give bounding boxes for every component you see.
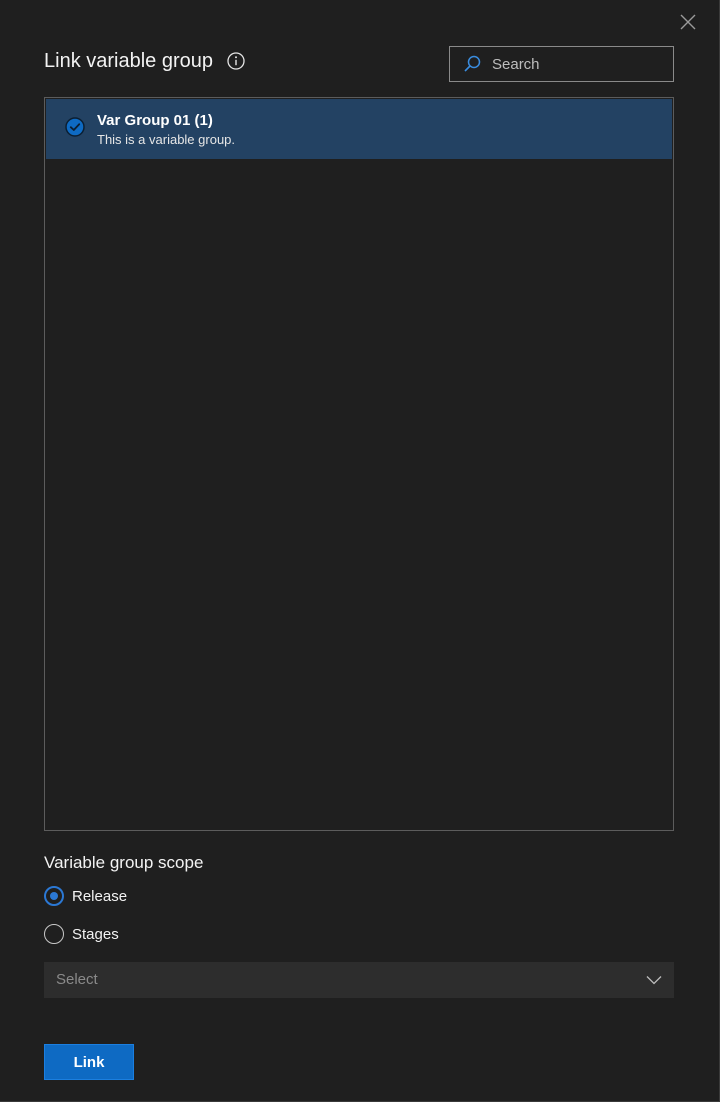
chevron-down-icon xyxy=(646,976,662,985)
radio-button-checked[interactable] xyxy=(44,886,64,906)
search-input[interactable] xyxy=(490,48,664,80)
variable-group-item[interactable]: Var Group 01 (1) This is a variable grou… xyxy=(46,99,672,159)
dialog-header: Link variable group xyxy=(44,46,245,76)
radio-stages-label: Stages xyxy=(72,925,119,943)
info-icon[interactable] xyxy=(227,52,245,70)
search-box[interactable] xyxy=(449,46,674,82)
select-placeholder: Select xyxy=(56,971,98,988)
link-variable-group-panel: Link variable group Var Group 01 (1) Thi… xyxy=(0,0,720,1102)
variable-group-description: This is a variable group. xyxy=(97,132,236,147)
link-button[interactable]: Link xyxy=(44,1044,134,1080)
close-icon[interactable] xyxy=(678,12,698,32)
variable-group-list: Var Group 01 (1) This is a variable grou… xyxy=(44,97,674,831)
dialog-title: Link variable group xyxy=(44,50,213,72)
radio-button-unchecked[interactable] xyxy=(44,924,64,944)
radio-stages[interactable]: Stages xyxy=(44,924,119,944)
checkmark-circle-icon xyxy=(65,117,85,137)
scope-label: Variable group scope xyxy=(44,853,204,872)
stages-select-dropdown[interactable]: Select xyxy=(44,962,674,998)
search-icon xyxy=(464,55,481,72)
radio-release-label: Release xyxy=(72,887,128,905)
variable-group-name: Var Group 01 (1) xyxy=(97,112,213,129)
radio-release[interactable]: Release xyxy=(44,886,127,906)
